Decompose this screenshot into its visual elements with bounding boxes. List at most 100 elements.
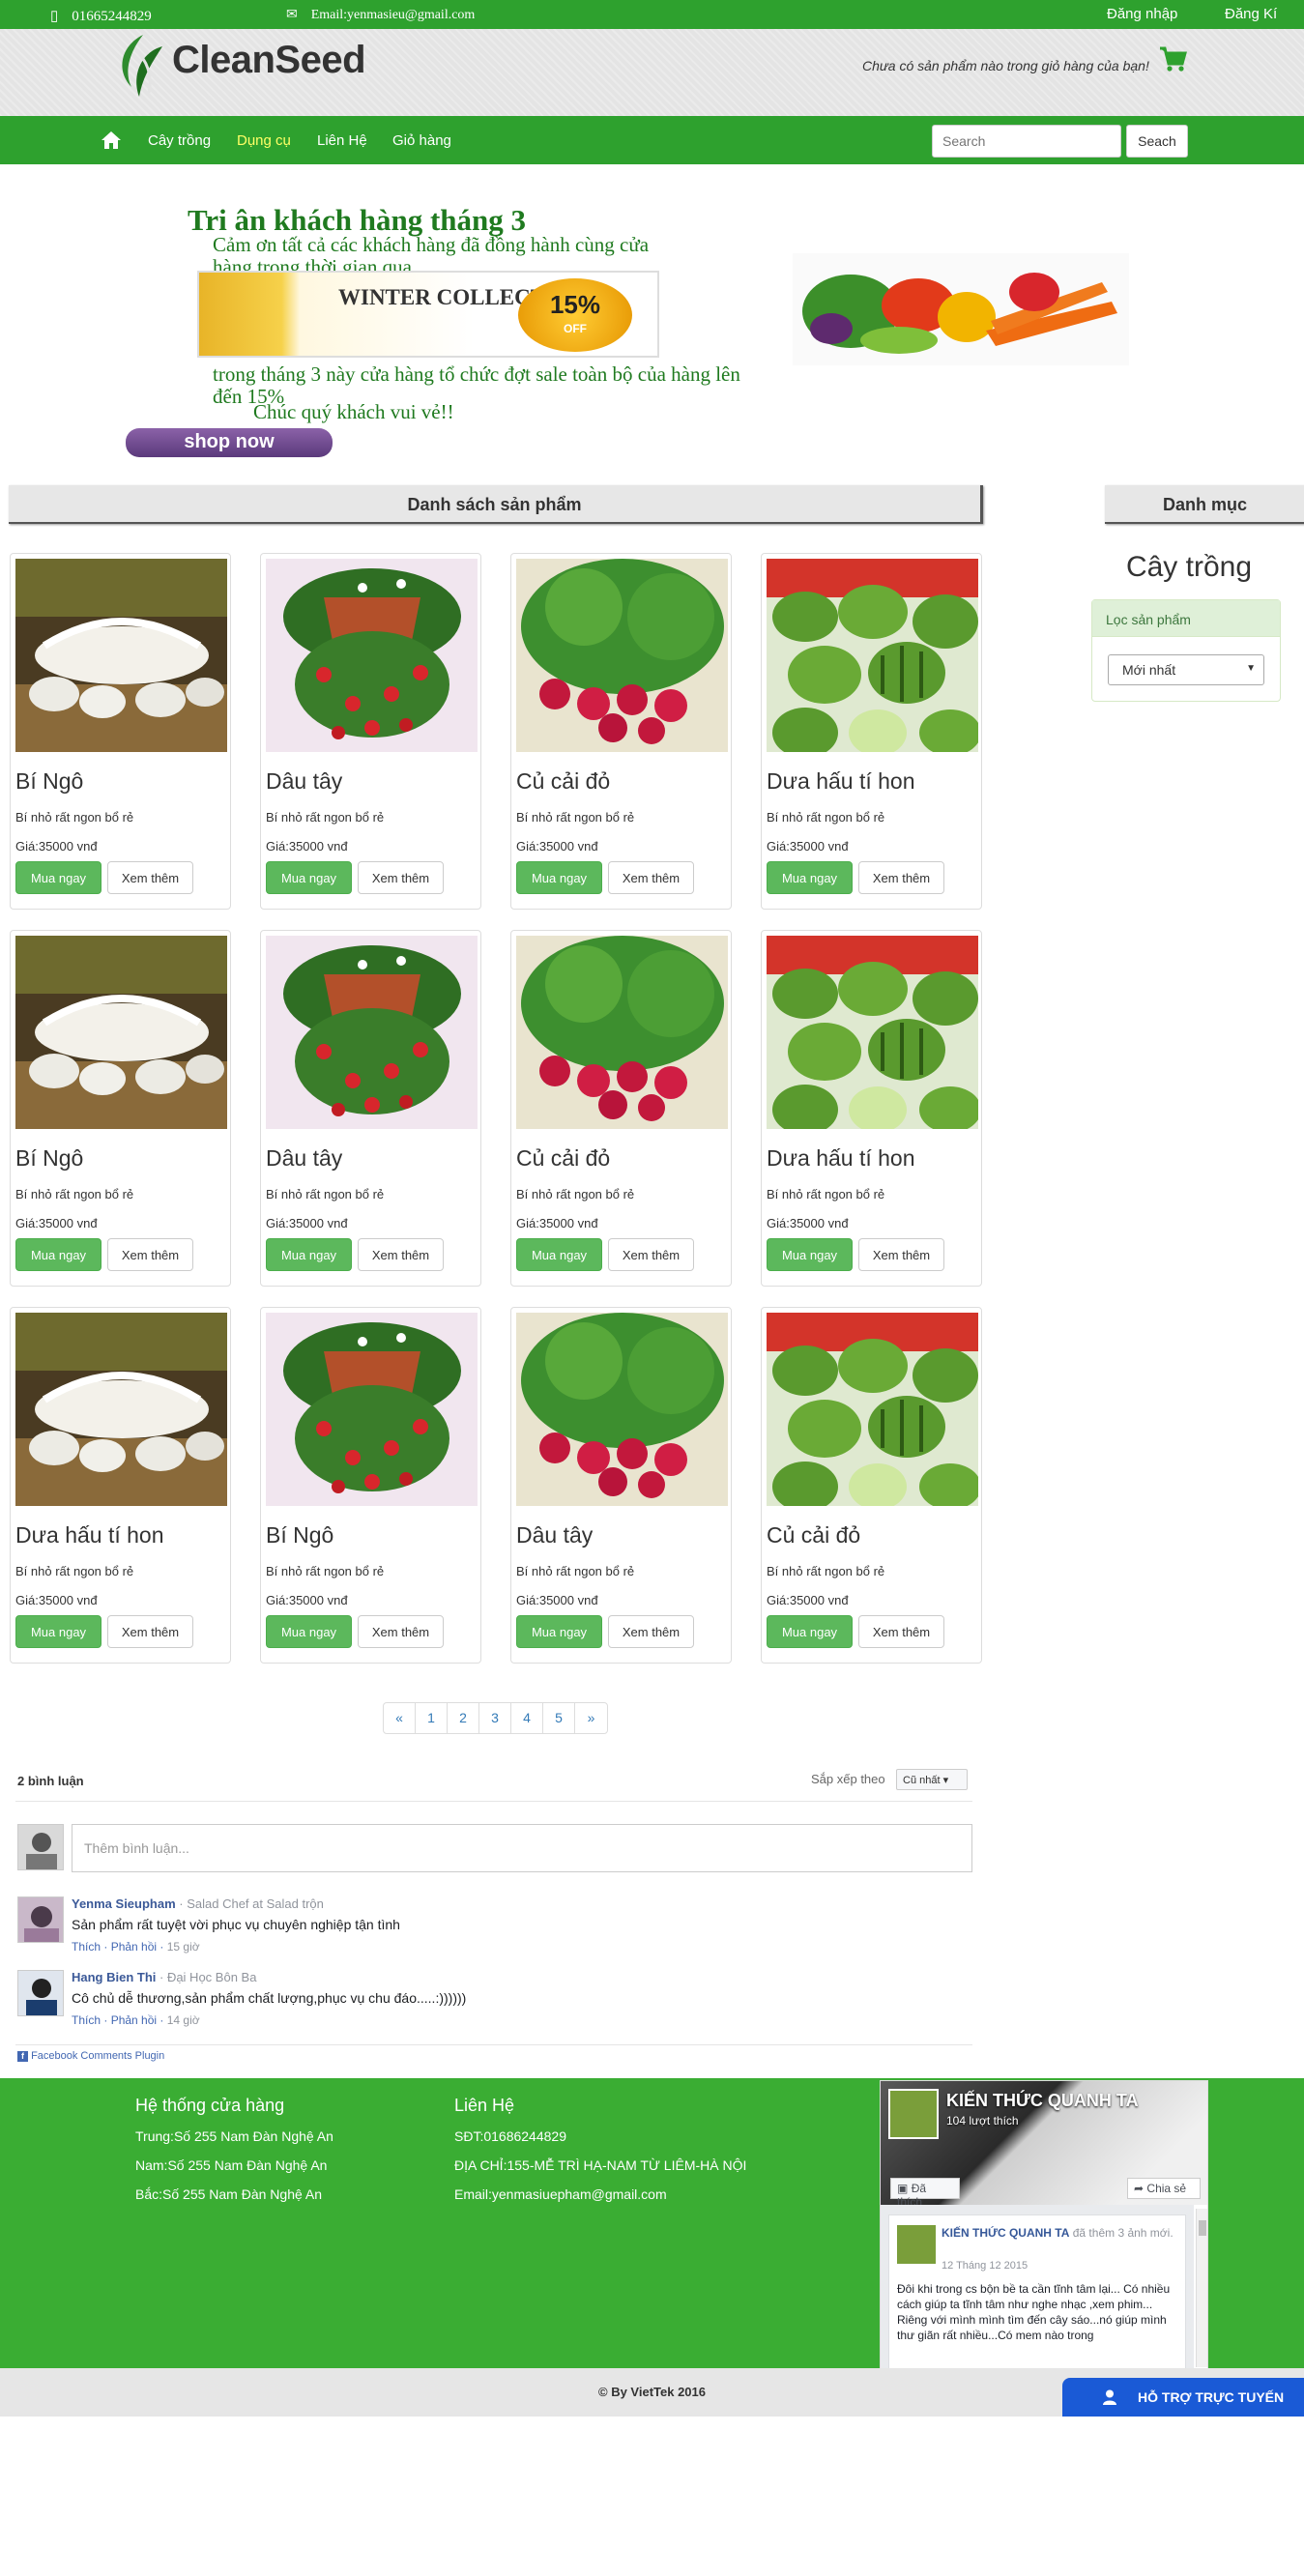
view-more-button[interactable]: Xem thêm — [858, 1615, 944, 1648]
search-button[interactable]: Seach — [1126, 125, 1188, 158]
feed-scrollbar[interactable] — [1196, 2209, 1207, 2367]
reply-link[interactable]: Phản hồi — [111, 2013, 157, 2027]
product-name[interactable]: Bí Ngô — [15, 768, 83, 795]
view-more-button[interactable]: Xem thêm — [608, 861, 694, 894]
post-author[interactable]: KIẾN THỨC QUANH TA — [942, 2226, 1069, 2240]
reply-link[interactable]: Phản hồi — [111, 1940, 157, 1954]
product-image[interactable] — [516, 559, 728, 752]
product-image[interactable] — [767, 936, 978, 1129]
product-card[interactable]: Dưa hấu tí hon Bí nhỏ rất ngon bổ rẻ Giá:3… — [10, 1307, 231, 1664]
view-more-button[interactable]: Xem thêm — [107, 1238, 193, 1271]
product-name[interactable]: Dưa hấu tí hon — [767, 1145, 915, 1172]
comment-input[interactable]: Thêm bình luận... — [72, 1824, 972, 1872]
avatar[interactable] — [17, 1970, 64, 2016]
product-name[interactable]: Bí Ngô — [266, 1522, 333, 1548]
product-image[interactable] — [266, 1313, 478, 1506]
view-more-button[interactable]: Xem thêm — [608, 1238, 694, 1271]
buy-now-button[interactable]: Mua ngay — [516, 861, 602, 894]
buy-now-button[interactable]: Mua ngay — [15, 861, 101, 894]
shopping-cart-icon[interactable] — [1158, 44, 1187, 73]
buy-now-button[interactable]: Mua ngay — [516, 1615, 602, 1648]
product-image[interactable] — [516, 936, 728, 1129]
view-more-button[interactable]: Xem thêm — [858, 1238, 944, 1271]
online-support-button[interactable]: HỖ TRỢ TRỰC TUYẾN — [1062, 2378, 1304, 2417]
product-name[interactable]: Dâu tây — [266, 1145, 342, 1172]
comment-author-name[interactable]: Hang Bien Thi — [72, 1970, 156, 1984]
product-name[interactable]: Dưa hấu tí hon — [767, 768, 915, 795]
register-link[interactable]: Đăng Kí — [1225, 6, 1277, 22]
product-card[interactable]: Bí Ngô Bí nhỏ rất ngon bổ rẻ Giá:35000 vnđ… — [260, 1307, 481, 1664]
view-more-button[interactable]: Xem thêm — [358, 1238, 444, 1271]
share-button[interactable]: ➦ Chia sẻ — [1127, 2178, 1201, 2199]
product-image[interactable] — [15, 936, 227, 1129]
home-icon[interactable] — [101, 130, 122, 150]
product-image[interactable] — [767, 559, 978, 752]
product-image[interactable] — [15, 559, 227, 752]
filter-select[interactable]: Mới nhất ▼ — [1108, 654, 1264, 685]
nav-item-gio-hang[interactable]: Giỏ hàng — [392, 132, 451, 149]
comment-author[interactable]: Hang Bien Thi · Đại Học Bôn Ba — [72, 1970, 256, 1984]
page-thumbnail[interactable] — [888, 2089, 939, 2139]
page-next[interactable]: » — [575, 1703, 607, 1733]
product-image[interactable] — [767, 1313, 978, 1506]
view-more-button[interactable]: Xem thêm — [107, 861, 193, 894]
login-link[interactable]: Đăng nhập — [1107, 6, 1177, 22]
page-1[interactable]: 1 — [416, 1703, 448, 1733]
site-logo-text[interactable]: CleanSeed — [172, 39, 366, 82]
view-more-button[interactable]: Xem thêm — [358, 1615, 444, 1648]
view-more-button[interactable]: Xem thêm — [608, 1615, 694, 1648]
product-card[interactable]: Củ cải đỏ Bí nhỏ rất ngon bổ rẻ Giá:35000 … — [761, 1307, 982, 1664]
product-card[interactable]: Dưa hấu tí hon Bí nhỏ rất ngon bổ rẻ Giá:3… — [761, 553, 982, 910]
product-card[interactable]: Củ cải đỏ Bí nhỏ rất ngon bổ rẻ Giá:35000 … — [510, 553, 732, 910]
page-name[interactable]: KIẾN THỨC QUANH TA — [946, 2091, 1139, 2111]
view-more-button[interactable]: Xem thêm — [858, 861, 944, 894]
buy-now-button[interactable]: Mua ngay — [266, 1238, 352, 1271]
comments-plugin-link[interactable]: f Facebook Comments Plugin — [17, 2050, 164, 2062]
comment-time[interactable]: 14 giờ — [167, 2013, 200, 2027]
page-prev[interactable]: « — [384, 1703, 416, 1733]
facebook-page-widget[interactable]: KIẾN THỨC QUANH TA 104 lượt thích ▣ Đã t… — [880, 2080, 1208, 2370]
search-input[interactable] — [932, 125, 1121, 158]
comment-author[interactable]: Yenma Sieupham · Salad Chef at Salad trộ… — [72, 1896, 324, 1911]
product-name[interactable]: Củ cải đỏ — [516, 1145, 610, 1172]
product-card[interactable]: Củ cải đỏ Bí nhỏ rất ngon bổ rẻ Giá:35000 … — [510, 930, 732, 1287]
buy-now-button[interactable]: Mua ngay — [767, 1238, 853, 1271]
page-2[interactable]: 2 — [448, 1703, 479, 1733]
comment-author-name[interactable]: Yenma Sieupham — [72, 1896, 176, 1911]
page-4[interactable]: 4 — [511, 1703, 543, 1733]
product-image[interactable] — [266, 936, 478, 1129]
buy-now-button[interactable]: Mua ngay — [266, 861, 352, 894]
buy-now-button[interactable]: Mua ngay — [15, 1615, 101, 1648]
product-name[interactable]: Củ cải đỏ — [516, 768, 610, 795]
buy-now-button[interactable]: Mua ngay — [15, 1238, 101, 1271]
like-link[interactable]: Thích — [72, 2013, 101, 2027]
leaf-logo-icon[interactable] — [114, 33, 166, 99]
product-name[interactable]: Dâu tây — [516, 1522, 593, 1548]
product-card[interactable]: Dâu tây Bí nhỏ rất ngon bổ rẻ Giá:35000 vn… — [510, 1307, 732, 1664]
liked-button[interactable]: ▣ Đã thích — [890, 2178, 960, 2209]
page-3[interactable]: 3 — [479, 1703, 511, 1733]
product-card[interactable]: Dưa hấu tí hon Bí nhỏ rất ngon bổ rẻ Giá:3… — [761, 930, 982, 1287]
view-more-button[interactable]: Xem thêm — [358, 861, 444, 894]
product-card[interactable]: Dâu tây Bí nhỏ rất ngon bổ rẻ Giá:35000 vn… — [260, 553, 481, 910]
product-image[interactable] — [266, 559, 478, 752]
view-more-button[interactable]: Xem thêm — [107, 1615, 193, 1648]
nav-item-lien-he[interactable]: Liên Hệ — [317, 132, 367, 149]
product-card[interactable]: Bí Ngô Bí nhỏ rất ngon bổ rẻ Giá:35000 vnđ… — [10, 930, 231, 1287]
avatar[interactable] — [17, 1896, 64, 1943]
product-image[interactable] — [15, 1313, 227, 1506]
shop-now-button[interactable]: shop now — [126, 428, 333, 457]
post-date[interactable]: 12 Tháng 12 2015 — [942, 2260, 1028, 2272]
product-card[interactable]: Dâu tây Bí nhỏ rất ngon bổ rẻ Giá:35000 vn… — [260, 930, 481, 1287]
like-link[interactable]: Thích — [72, 1940, 101, 1954]
buy-now-button[interactable]: Mua ngay — [767, 861, 853, 894]
nav-item-dung-cu[interactable]: Dụng cụ — [237, 132, 291, 149]
page-5[interactable]: 5 — [543, 1703, 575, 1733]
buy-now-button[interactable]: Mua ngay — [266, 1615, 352, 1648]
buy-now-button[interactable]: Mua ngay — [767, 1615, 853, 1648]
nav-item-cay-trong[interactable]: Cây trồng — [148, 132, 211, 149]
product-card[interactable]: Bí Ngô Bí nhỏ rất ngon bổ rẻ Giá:35000 vnđ… — [10, 553, 231, 910]
product-name[interactable]: Dâu tây — [266, 768, 342, 795]
product-name[interactable]: Củ cải đỏ — [767, 1522, 860, 1548]
comment-time[interactable]: 15 giờ — [167, 1940, 200, 1954]
